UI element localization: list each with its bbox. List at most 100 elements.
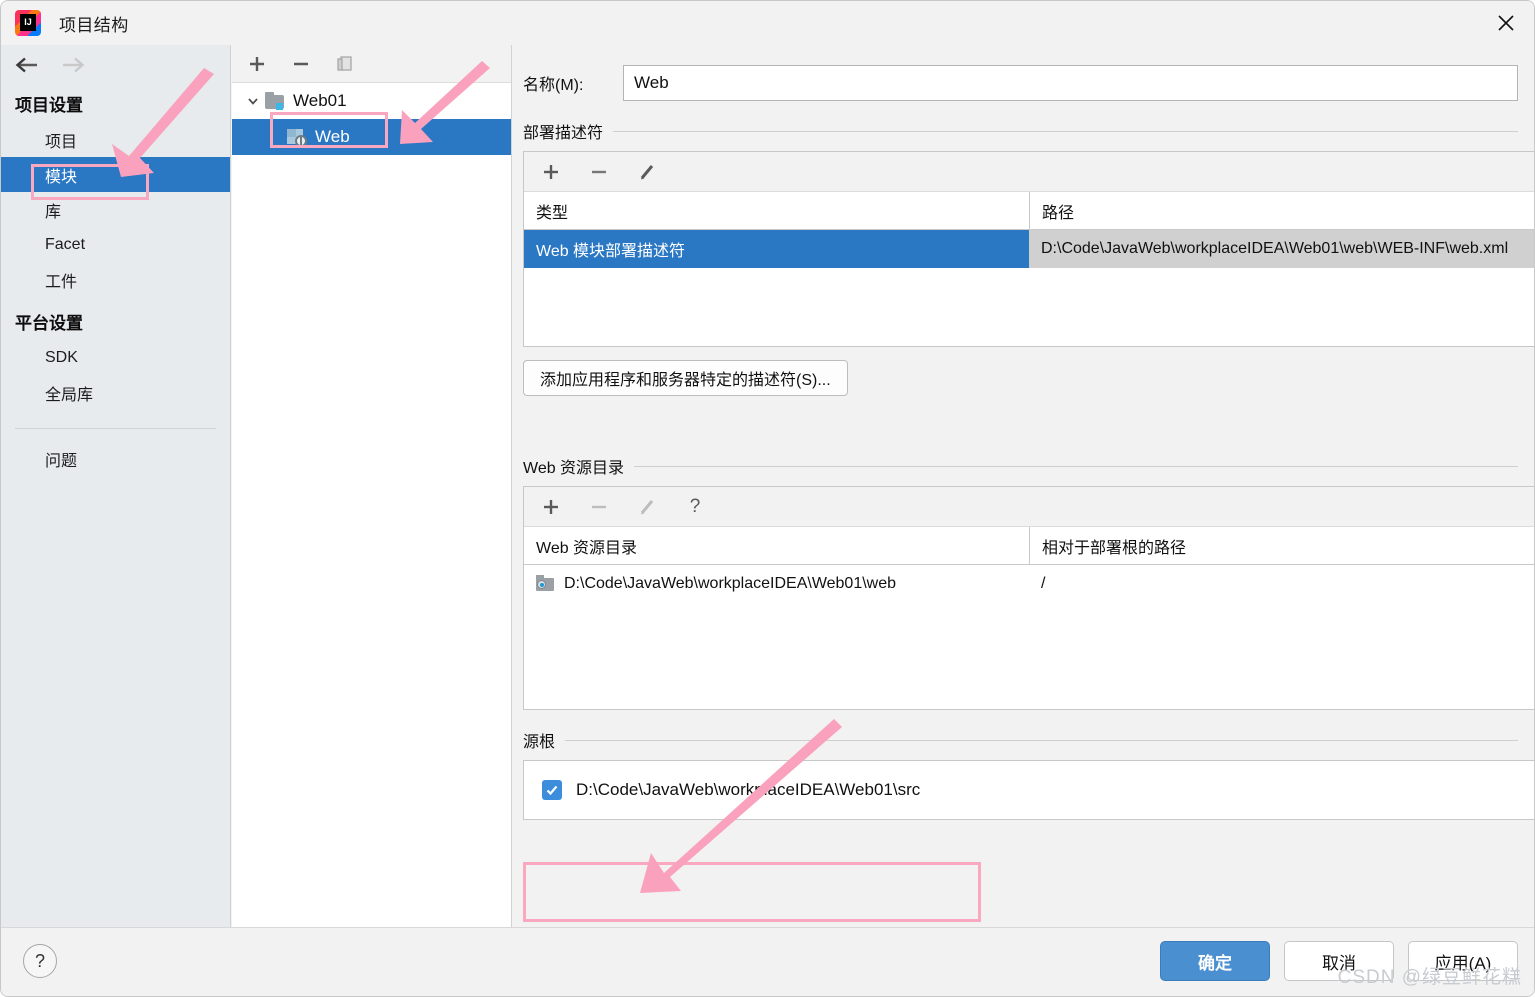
cell-path: D:\Code\JavaWeb\workplaceIDEA\Web01\web\… — [1029, 230, 1535, 268]
deployment-descriptor-section-title: 部署描述符 — [523, 119, 1535, 143]
module-detail-pane: 名称(M): 部署描述符 — [513, 45, 1535, 927]
help-button[interactable]: ? — [23, 944, 57, 978]
pencil-icon — [637, 497, 657, 517]
tree-node-web01[interactable]: Web01 — [232, 83, 511, 119]
module-name-label: 名称(M): — [523, 71, 623, 95]
sidebar-divider — [15, 428, 216, 429]
arrow-left-icon — [14, 57, 40, 73]
web-resource-dirs-body: D:\Code\JavaWeb\workplaceIDEA\Web01\web … — [524, 565, 1535, 709]
add-descriptor-button-row: 添加应用程序和服务器特定的描述符(S)... — [523, 360, 1535, 396]
sidebar-group-project-settings: 项目设置 项目 模块 库 Facet 工件 — [1, 85, 230, 297]
section-rule — [613, 131, 1518, 132]
sidebar-item-label: 项目 — [45, 128, 77, 152]
web-resource-dirs-section-title: Web 资源目录 — [523, 454, 1535, 478]
source-roots-list: D:\Code\JavaWeb\workplaceIDEA\Web01\src — [523, 760, 1535, 820]
tree-toolbar — [232, 45, 511, 83]
module-tree-panel: Web01 Web — [232, 45, 512, 927]
deployment-descriptor-body: Web 模块部署描述符 D:\Code\JavaWeb\workplaceIDE… — [524, 230, 1535, 346]
edit-web-resource-dir-button[interactable] — [634, 494, 660, 520]
sidebar-item-label: 模块 — [45, 163, 77, 187]
copy-icon — [335, 54, 355, 74]
add-web-resource-dir-button[interactable] — [538, 494, 564, 520]
web-dir-icon — [536, 575, 556, 593]
cell-text: D:\Code\JavaWeb\workplaceIDEA\Web01\web — [564, 575, 896, 593]
close-icon — [1497, 14, 1515, 32]
sidebar-item-label: SDK — [45, 349, 78, 367]
section-label: 部署描述符 — [523, 119, 603, 143]
section-label: Web 资源目录 — [523, 454, 624, 478]
sidebar-group-label: 项目设置 — [1, 85, 230, 122]
column-header-type: 类型 — [524, 192, 1029, 229]
ok-button[interactable]: 确定 — [1160, 941, 1270, 981]
column-header-relative-path: 相对于部署根的路径 — [1029, 527, 1535, 564]
cell-web-resource-dir: D:\Code\JavaWeb\workplaceIDEA\Web01\web — [524, 565, 1029, 603]
window-title: 项目结构 — [59, 11, 129, 36]
sidebar-item-global-libraries[interactable]: 全局库 — [1, 375, 230, 410]
tree-node-label: Web — [315, 127, 350, 147]
sidebar-item-label: 问题 — [45, 447, 77, 471]
tree-node-web[interactable]: Web — [232, 119, 511, 155]
settings-sidebar: 项目设置 项目 模块 库 Facet 工件 平台设置 — [1, 45, 231, 927]
plus-icon — [541, 162, 561, 182]
module-name-row: 名称(M): — [523, 63, 1518, 103]
table-row[interactable]: Web 模块部署描述符 D:\Code\JavaWeb\workplaceIDE… — [524, 230, 1535, 268]
question-icon: ? — [690, 496, 701, 518]
apply-button[interactable]: 应用(A) — [1408, 941, 1518, 981]
close-button[interactable] — [1476, 1, 1535, 45]
minus-icon — [291, 54, 311, 74]
cancel-button[interactable]: 取消 — [1284, 941, 1394, 981]
add-module-button[interactable] — [244, 51, 270, 77]
source-roots-section-title: 源根 — [523, 728, 1535, 752]
sidebar-item-problems[interactable]: 问题 — [1, 441, 230, 476]
minus-icon — [589, 162, 609, 182]
module-name-input[interactable] — [623, 65, 1518, 101]
edit-descriptor-button[interactable] — [634, 159, 660, 185]
sidebar-item-project[interactable]: 项目 — [1, 122, 230, 157]
remove-web-resource-dir-button[interactable] — [586, 494, 612, 520]
section-label: 源根 — [523, 728, 555, 752]
sidebar-item-label: 全局库 — [45, 381, 93, 405]
pencil-icon — [637, 162, 657, 182]
deployment-descriptor-header: 类型 路径 — [524, 192, 1535, 230]
nav-back-button[interactable] — [13, 54, 41, 76]
nav-forward-button[interactable] — [59, 54, 87, 76]
footer-buttons: 确定 取消 应用(A) — [1160, 941, 1518, 981]
web-resource-dirs-help-button[interactable]: ? — [682, 494, 708, 520]
sidebar-item-label: 库 — [45, 198, 61, 222]
copy-module-button[interactable] — [332, 51, 358, 77]
section-rule — [634, 466, 1518, 467]
sidebar-item-label: 工件 — [45, 268, 77, 292]
sidebar-item-sdks[interactable]: SDK — [1, 340, 230, 375]
deployment-descriptor-toolbar — [524, 152, 1535, 192]
source-root-checkbox[interactable] — [542, 780, 562, 800]
remove-descriptor-button[interactable] — [586, 159, 612, 185]
table-row[interactable]: D:\Code\JavaWeb\workplaceIDEA\Web01\web … — [524, 565, 1535, 603]
plus-icon — [247, 54, 267, 74]
sidebar-item-artifacts[interactable]: 工件 — [1, 262, 230, 297]
source-root-path: D:\Code\JavaWeb\workplaceIDEA\Web01\src — [576, 780, 920, 800]
sidebar-nav — [1, 45, 230, 85]
section-rule — [565, 740, 1518, 741]
web-resource-dirs-toolbar: ? — [524, 487, 1535, 527]
web-resource-dirs-header: Web 资源目录 相对于部署根的路径 — [524, 527, 1535, 565]
add-descriptor-button[interactable] — [538, 159, 564, 185]
sidebar-item-facets[interactable]: Facet — [1, 227, 230, 262]
cell-relative-path: / — [1029, 565, 1535, 603]
minus-icon — [589, 497, 609, 517]
sidebar-item-label: Facet — [45, 236, 85, 254]
add-app-server-descriptor-button[interactable]: 添加应用程序和服务器特定的描述符(S)... — [523, 360, 848, 396]
dialog-footer: ? 确定 取消 应用(A) CSDN @绿豆鲜花糕 — [1, 927, 1535, 997]
title-bar: 项目结构 — [1, 1, 1535, 45]
checkmark-icon — [545, 783, 559, 797]
arrow-right-icon — [60, 57, 86, 73]
chevron-down-icon[interactable] — [242, 94, 264, 108]
folder-icon — [264, 91, 286, 111]
cell-type: Web 模块部署描述符 — [524, 230, 1029, 268]
intellij-idea-logo-icon — [15, 10, 41, 36]
sidebar-group-label: 平台设置 — [1, 297, 230, 340]
sidebar-item-libraries[interactable]: 库 — [1, 192, 230, 227]
sidebar-item-modules[interactable]: 模块 — [1, 157, 230, 192]
column-header-path: 路径 — [1029, 192, 1535, 229]
sidebar-group-platform-settings: 平台设置 SDK 全局库 — [1, 297, 230, 410]
remove-module-button[interactable] — [288, 51, 314, 77]
